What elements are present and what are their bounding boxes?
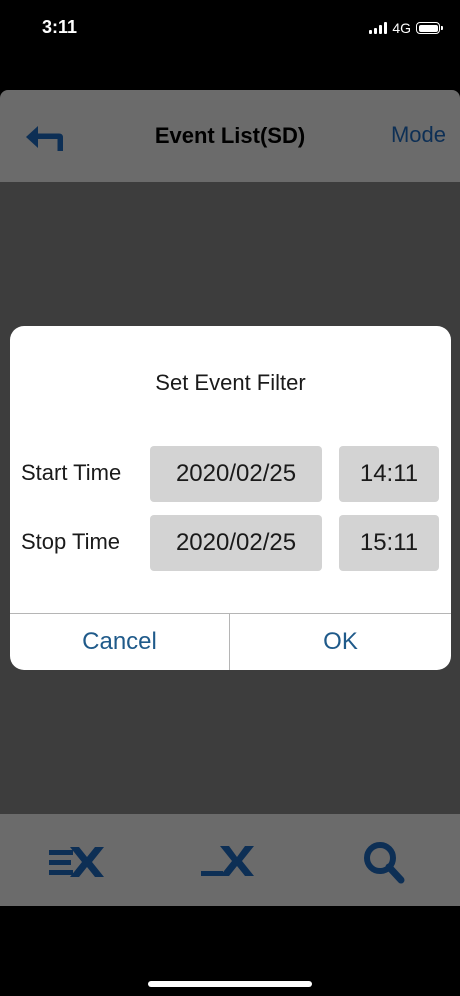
app-header: Event List(SD) Mode bbox=[0, 90, 460, 182]
search-icon bbox=[364, 842, 405, 884]
start-time-field[interactable]: 14:11 bbox=[339, 446, 439, 502]
cancel-button[interactable]: Cancel bbox=[10, 614, 229, 670]
screen: 3:11 4G Event List(SD) Mode Set Event Fi… bbox=[0, 0, 460, 996]
mode-button[interactable]: Mode bbox=[391, 120, 446, 150]
battery-icon bbox=[416, 22, 443, 34]
start-time-label: Start Time bbox=[21, 460, 122, 485]
network-type: 4G bbox=[392, 20, 411, 36]
signal-icon bbox=[369, 22, 388, 34]
dialog-title: Set Event Filter bbox=[155, 370, 306, 395]
event-filter-dialog: Set Event Filter Start Time 2020/02/25 1… bbox=[10, 326, 451, 670]
start-date-field[interactable]: 2020/02/25 bbox=[150, 446, 322, 502]
delete-icon bbox=[201, 846, 254, 876]
home-indicator[interactable] bbox=[148, 981, 312, 987]
clear-list-button[interactable] bbox=[46, 840, 110, 884]
status-bar: 3:11 4G bbox=[0, 0, 460, 58]
stop-time-field[interactable]: 15:11 bbox=[339, 515, 439, 571]
stop-time-label: Stop Time bbox=[21, 529, 121, 554]
delete-button[interactable] bbox=[198, 840, 262, 884]
search-button[interactable] bbox=[352, 840, 416, 884]
clear-list-icon bbox=[49, 847, 104, 877]
ok-button[interactable]: OK bbox=[230, 614, 451, 670]
status-time: 3:11 bbox=[42, 17, 78, 37]
bottom-toolbar bbox=[0, 814, 460, 906]
status-indicators: 4G bbox=[369, 18, 443, 38]
stop-date-field[interactable]: 2020/02/25 bbox=[150, 515, 322, 571]
